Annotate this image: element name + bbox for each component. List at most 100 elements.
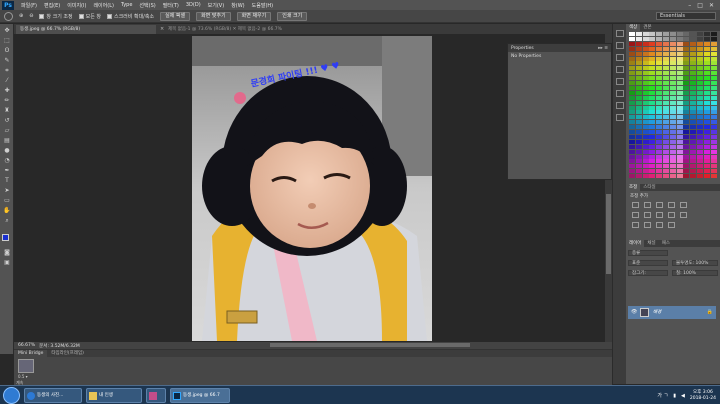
language-indicator[interactable]: 가 ㄱ (657, 392, 668, 399)
swatch[interactable] (669, 174, 676, 179)
start-button[interactable] (3, 387, 20, 404)
swatch[interactable] (669, 71, 676, 76)
swatch[interactable] (635, 36, 642, 41)
swatch[interactable] (703, 159, 710, 164)
type-tool-icon[interactable]: T (3, 178, 11, 184)
swatch[interactable] (697, 164, 703, 169)
swatch[interactable] (683, 139, 690, 144)
swatch[interactable] (629, 110, 635, 115)
scroll-thumb[interactable] (606, 194, 611, 274)
swatch[interactable] (635, 174, 642, 179)
swatch[interactable] (629, 144, 635, 149)
swatch[interactable] (676, 110, 683, 115)
swatch[interactable] (676, 56, 683, 61)
swatch[interactable] (656, 61, 663, 66)
swatch[interactable] (656, 36, 663, 41)
swatch[interactable] (642, 76, 649, 81)
swatch[interactable] (710, 139, 717, 144)
swatch[interactable] (629, 169, 635, 174)
swatch[interactable] (656, 32, 663, 36)
swatch[interactable] (642, 174, 649, 179)
swatch[interactable] (676, 100, 683, 105)
swatch[interactable] (703, 56, 710, 61)
swatch[interactable] (656, 115, 663, 120)
swatch[interactable] (710, 76, 717, 81)
brightness-icon[interactable] (632, 202, 639, 208)
swatch[interactable] (710, 41, 717, 46)
swatch[interactable] (703, 174, 710, 179)
swatch[interactable] (642, 159, 649, 164)
swatch[interactable] (635, 130, 642, 134)
swatch[interactable] (690, 105, 697, 110)
swatch[interactable] (676, 120, 683, 125)
color-balance-icon[interactable] (644, 212, 651, 218)
curves-icon[interactable] (656, 202, 663, 208)
swatch[interactable] (710, 149, 717, 154)
swatch[interactable] (697, 100, 703, 105)
swatch[interactable] (656, 56, 663, 61)
swatch[interactable] (676, 139, 683, 144)
swatch[interactable] (669, 100, 676, 105)
swatch[interactable] (683, 159, 690, 164)
menu-edit[interactable]: 편집(E) (44, 2, 60, 9)
swatch[interactable] (656, 105, 663, 110)
swatch[interactable] (683, 61, 690, 66)
swatch[interactable] (629, 32, 635, 36)
tab-styles[interactable]: 스타일 (640, 184, 658, 191)
layer-filter-kind[interactable]: 종류 (628, 250, 668, 256)
actual-pixels-button[interactable]: 실제 픽셀 (160, 11, 191, 21)
actions-panel-icon[interactable] (616, 42, 624, 49)
swatch[interactable] (629, 46, 635, 51)
path-select-tool-icon[interactable]: ➤ (3, 188, 11, 194)
swatch[interactable] (649, 125, 656, 130)
swatch[interactable] (697, 76, 703, 81)
swatch[interactable] (697, 41, 703, 46)
swatch[interactable] (676, 169, 683, 174)
swatch[interactable] (663, 95, 669, 100)
panel-menu-icon[interactable]: ▸▸ ≡ (595, 46, 608, 51)
menu-layer[interactable]: 레이어(L) (93, 2, 114, 9)
swatch[interactable] (635, 51, 642, 56)
swatch[interactable] (669, 169, 676, 174)
swatch[interactable] (669, 41, 676, 46)
swatch[interactable] (697, 51, 703, 56)
swatch[interactable] (690, 144, 697, 149)
swatch[interactable] (676, 90, 683, 95)
swatch[interactable] (642, 110, 649, 115)
swatch[interactable] (683, 81, 690, 85)
swatch[interactable] (676, 76, 683, 81)
swatch[interactable] (690, 85, 697, 90)
swatch[interactable] (656, 154, 663, 159)
swatch[interactable] (663, 46, 669, 51)
photo-filter-icon[interactable] (668, 212, 675, 218)
swatch[interactable] (703, 134, 710, 139)
swatch[interactable] (649, 76, 656, 81)
swatch[interactable] (683, 164, 690, 169)
swatch[interactable] (710, 100, 717, 105)
crop-tool-icon[interactable]: ⌗ (3, 68, 11, 74)
print-size-button[interactable]: 인쇄 크기 (277, 11, 308, 21)
swatch[interactable] (710, 81, 717, 85)
swatch[interactable] (703, 61, 710, 66)
swatch[interactable] (710, 115, 717, 120)
swatch[interactable] (697, 159, 703, 164)
swatch[interactable] (710, 46, 717, 51)
swatch[interactable] (656, 76, 663, 81)
swatch[interactable] (649, 71, 656, 76)
resize-windows-checkbox[interactable]: 창 크기 조정 (39, 13, 73, 20)
swatch[interactable] (710, 120, 717, 125)
swatch[interactable] (669, 76, 676, 81)
swatch[interactable] (663, 125, 669, 130)
swatch[interactable] (649, 164, 656, 169)
blur-tool-icon[interactable]: ● (3, 148, 11, 154)
swatch[interactable] (669, 154, 676, 159)
hue-saturation-icon[interactable] (632, 212, 639, 218)
scrubby-zoom-checkbox[interactable]: 스크러비 확대/축소 (106, 13, 154, 20)
taskbar-item-folder[interactable]: 내 인생 (86, 388, 142, 403)
swatch[interactable] (642, 32, 649, 36)
swatch[interactable] (663, 66, 669, 71)
swatch[interactable] (697, 134, 703, 139)
swatch[interactable] (697, 81, 703, 85)
swatch[interactable] (669, 95, 676, 100)
swatch[interactable] (669, 159, 676, 164)
